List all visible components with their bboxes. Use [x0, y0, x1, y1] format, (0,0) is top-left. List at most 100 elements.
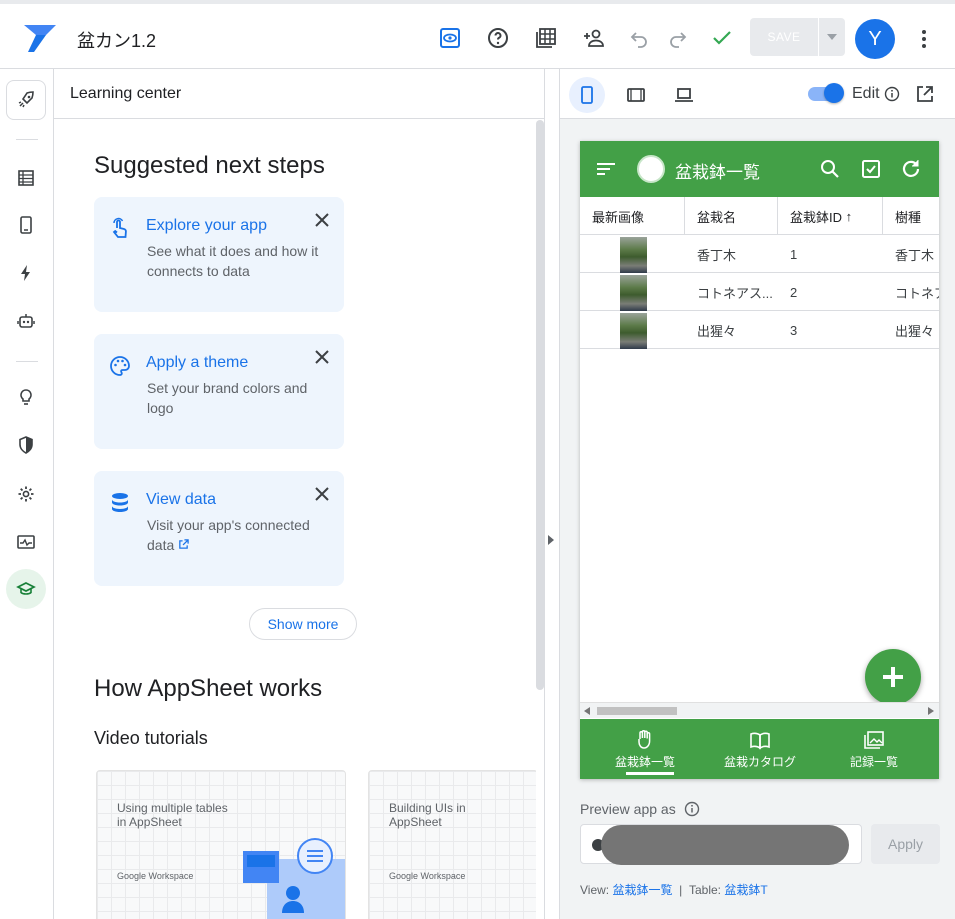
learning-scrollbar[interactable]	[536, 120, 544, 690]
close-icon[interactable]	[312, 484, 332, 504]
checkbox-icon[interactable]	[859, 157, 883, 181]
footer-separator: |	[679, 883, 683, 897]
preview-toolbar: Edit	[560, 69, 955, 119]
info-icon[interactable]	[884, 86, 900, 102]
rail-automation[interactable]	[6, 301, 46, 341]
rail-security[interactable]	[6, 425, 46, 465]
tablet-view-button[interactable]	[618, 77, 654, 113]
close-icon[interactable]	[312, 347, 332, 367]
phone-icon	[20, 216, 32, 234]
cell-id: 3	[790, 322, 798, 338]
edit-toggle[interactable]	[824, 83, 844, 103]
table-row[interactable]: コトネアス... 2 コトネア	[580, 273, 939, 311]
search-icon[interactable]	[818, 157, 842, 181]
video-brand: Google Workspace	[117, 871, 194, 881]
rail-views[interactable]	[6, 205, 46, 245]
show-more-button[interactable]: Show more	[249, 608, 357, 640]
rail-monitor[interactable]	[6, 522, 46, 562]
suggested-steps-title: Suggested next steps	[94, 152, 325, 179]
column-header[interactable]: 最新画像	[592, 197, 644, 235]
undo-icon[interactable]	[625, 24, 653, 52]
nav-bonsai-catalog[interactable]: 盆栽カタログ	[700, 719, 820, 779]
preview-as-text: Preview app as	[580, 801, 676, 817]
video-brand: Google Workspace	[389, 871, 466, 881]
save-dropdown-button[interactable]	[818, 18, 845, 56]
card-title[interactable]: Apply a theme	[146, 354, 248, 372]
rail-actions[interactable]	[6, 253, 46, 293]
video-illustration	[243, 838, 345, 919]
apply-button[interactable]: Apply	[871, 824, 940, 864]
panel-splitter[interactable]	[544, 69, 560, 919]
column-header[interactable]: 盆栽名	[697, 197, 736, 235]
nav-label: 盆栽鉢一覧	[614, 755, 675, 769]
expand-arrow-icon[interactable]	[548, 535, 554, 545]
images-icon	[864, 731, 884, 749]
column-header[interactable]: 盆栽鉢ID ↑	[790, 197, 852, 235]
open-in-new-icon[interactable]	[915, 84, 935, 104]
check-icon[interactable]	[708, 24, 736, 52]
table-link[interactable]: 盆栽鉢T	[724, 883, 767, 897]
card-description: Visit your app's connected data	[147, 515, 332, 555]
column-header[interactable]: 樹種	[895, 197, 921, 235]
card-title[interactable]: Explore your app	[146, 217, 267, 235]
bonsai-thumbnail	[620, 237, 647, 273]
rail-data[interactable]	[6, 158, 46, 198]
nav-record-list[interactable]: 記録一覧	[814, 719, 934, 779]
nav-label: 盆栽カタログ	[723, 755, 796, 769]
desktop-view-button[interactable]	[666, 77, 702, 113]
card-apply-theme[interactable]: Apply a theme Set your brand colors and …	[94, 334, 344, 449]
card-explore-app[interactable]: Explore your app See what it does and ho…	[94, 197, 344, 312]
cell-name: 香丁木	[697, 247, 737, 263]
bolt-icon	[21, 265, 30, 281]
refresh-icon[interactable]	[899, 157, 923, 181]
tablet-icon	[627, 88, 645, 102]
school-icon	[16, 582, 36, 595]
video-card-multiple-tables[interactable]: Using multiple tables in AppSheet Google…	[96, 770, 346, 919]
save-button[interactable]: SAVE	[750, 18, 818, 56]
horizontal-scrollbar[interactable]	[580, 702, 939, 718]
scrollbar-thumb[interactable]	[597, 707, 677, 715]
bonsai-thumbnail	[620, 275, 647, 311]
phone-icon	[581, 86, 593, 104]
card-description-text: Visit your app's connected data	[147, 517, 310, 553]
table-grid-icon[interactable]	[532, 24, 560, 52]
sort-arrow-icon: ↑	[845, 208, 853, 224]
open-in-new-icon[interactable]	[178, 539, 189, 550]
rail-settings[interactable]	[6, 474, 46, 514]
rail-rocket[interactable]	[6, 80, 46, 120]
more-vert-icon[interactable]	[912, 26, 936, 52]
rail-intelligence[interactable]	[6, 377, 46, 417]
table-row[interactable]: 出猩々 3 出猩々	[580, 311, 939, 349]
scroll-right-icon[interactable]	[928, 707, 934, 715]
view-link[interactable]: 盆栽鉢一覧	[612, 883, 672, 897]
mobile-view-button[interactable]	[569, 77, 605, 113]
add-fab-button[interactable]	[865, 649, 921, 705]
touch-icon	[112, 217, 127, 238]
monitor-icon	[17, 535, 35, 549]
app-title[interactable]: 盆カン1.2	[77, 27, 156, 53]
avatar[interactable]: Y	[855, 19, 895, 59]
close-icon[interactable]	[312, 210, 332, 230]
scroll-left-icon[interactable]	[584, 707, 590, 715]
card-view-data[interactable]: View data Visit your app's connected dat…	[94, 471, 344, 586]
table-row[interactable]: 香丁木 1 香丁木	[580, 235, 939, 273]
info-icon[interactable]	[684, 801, 700, 817]
card-title[interactable]: View data	[146, 491, 216, 509]
card-description: See what it does and how it connects to …	[147, 243, 319, 279]
phone-preview: 盆栽鉢一覧 最新画像 盆栽名 盆栽鉢ID ↑ 樹種 香丁木 1 香丁木 コトネア…	[580, 141, 939, 779]
plus-icon	[883, 667, 903, 687]
redo-icon[interactable]	[664, 24, 692, 52]
sort-menu-icon[interactable]	[594, 157, 618, 181]
video-tutorials-title: Video tutorials	[94, 728, 208, 748]
help-icon[interactable]	[484, 24, 512, 52]
table-header-row: 最新画像 盆栽名 盆栽鉢ID ↑ 樹種	[580, 197, 939, 235]
nav-bonsai-list[interactable]: 盆栽鉢一覧	[585, 719, 705, 779]
column-divider	[684, 197, 685, 235]
rail-divider	[16, 139, 38, 140]
rail-learn[interactable]	[6, 569, 46, 609]
add-person-icon[interactable]	[580, 24, 608, 52]
video-card-building-uis[interactable]: Building UIs in AppSheet Google Workspac…	[368, 770, 536, 919]
laptop-icon	[675, 88, 693, 102]
preview-eye-icon[interactable]	[436, 24, 464, 52]
preview-as-email-field[interactable]	[580, 824, 862, 865]
